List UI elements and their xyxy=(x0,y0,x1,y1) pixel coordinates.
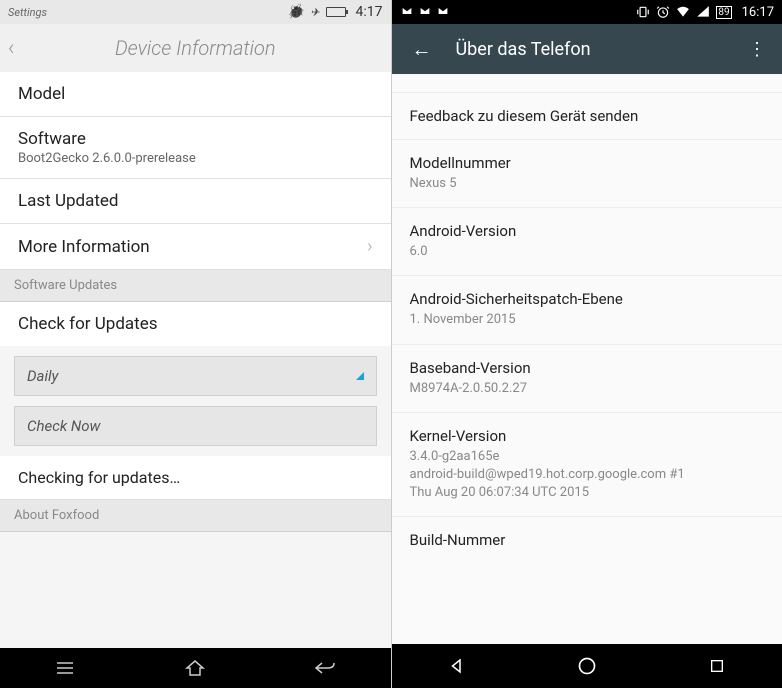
back-button[interactable]: ‹ xyxy=(8,36,36,61)
nav-recent-button[interactable] xyxy=(687,658,747,674)
frequency-value: Daily xyxy=(27,367,58,385)
patch-label: Android-Sicherheitspatch-Ebene xyxy=(410,290,765,308)
android-version-row[interactable]: Android-Version 6.0 xyxy=(392,208,782,276)
status-label: Settings xyxy=(8,6,287,19)
nav-back-button[interactable] xyxy=(260,648,390,688)
battery-percent: 89 xyxy=(716,6,731,19)
nav-menu-button[interactable] xyxy=(0,648,130,688)
back-button[interactable]: ← xyxy=(404,33,440,66)
frequency-select[interactable]: Daily xyxy=(14,356,377,396)
kernel-row[interactable]: Kernel-Version 3.4.0-g2aa165e android-bu… xyxy=(392,413,782,518)
baseband-value: M8974A-2.0.50.2.27 xyxy=(410,380,765,398)
build-row[interactable]: Build-Nummer xyxy=(392,517,782,563)
status-bar-right: 89 16:17 xyxy=(392,0,782,24)
page-title: Device Information xyxy=(36,36,383,60)
security-patch-row[interactable]: Android-Sicherheitspatch-Ebene 1. Novemb… xyxy=(392,276,782,344)
check-updates-row: Check for Updates xyxy=(0,302,391,346)
notification-icons xyxy=(400,5,637,19)
check-now-button[interactable]: Check Now xyxy=(14,406,377,446)
alarm-icon xyxy=(656,5,670,19)
software-row[interactable]: Software Boot2Gecko 2.6.0.0-prerelease xyxy=(0,117,391,179)
kernel-label: Kernel-Version xyxy=(410,427,765,445)
clock: 16:17 xyxy=(742,5,774,20)
nav-home-button[interactable] xyxy=(130,648,260,688)
nav-bar-right xyxy=(392,644,782,688)
header-right: ← Über das Telefon ⋮ xyxy=(392,24,782,74)
model-row[interactable]: Modellnummer Nexus 5 xyxy=(392,140,782,208)
feedback-label: Feedback zu diesem Gerät senden xyxy=(410,107,765,125)
mail-icon xyxy=(418,5,432,19)
header-left: ‹ Device Information xyxy=(0,24,391,72)
settings-list: Model Software Boot2Gecko 2.6.0.0-prerel… xyxy=(0,72,391,648)
checking-status: Checking for updates… xyxy=(0,456,391,500)
model-label: Model xyxy=(18,84,373,104)
build-label: Build-Nummer xyxy=(410,531,765,549)
system-icons: 89 16:17 xyxy=(636,5,774,20)
feedback-row[interactable]: Feedback zu diesem Gerät senden xyxy=(392,93,782,140)
software-value: Boot2Gecko 2.6.0.0-prerelease xyxy=(18,151,373,166)
android-label: Android-Version xyxy=(410,222,765,240)
signal-icon xyxy=(696,5,710,19)
nav-home-button[interactable] xyxy=(557,656,617,676)
software-label: Software xyxy=(18,129,373,149)
clock: 4:17 xyxy=(356,4,383,20)
model-label: Modellnummer xyxy=(410,154,765,172)
about-list: ····················· Feedback zu diesem… xyxy=(392,74,782,644)
left-device: Settings 🐞 ✈ 4:17 ‹ Device Information M… xyxy=(0,0,392,688)
chevron-right-icon: › xyxy=(367,236,372,257)
nav-back-button[interactable] xyxy=(427,657,487,675)
kernel-value: 3.4.0-g2aa165e android-build@wped19.hot.… xyxy=(410,448,765,503)
dropdown-triangle-icon xyxy=(356,372,364,380)
vibrate-icon xyxy=(636,5,650,19)
last-updated-row[interactable]: Last Updated xyxy=(0,179,391,224)
baseband-label: Baseband-Version xyxy=(410,359,765,377)
mail-icon xyxy=(400,5,414,19)
android-value: 6.0 xyxy=(410,243,765,261)
last-updated-label: Last Updated xyxy=(18,191,373,211)
overflow-menu-button[interactable]: ⋮ xyxy=(744,39,770,60)
section-software-updates: Software Updates xyxy=(0,270,391,302)
right-device: 89 16:17 ← Über das Telefon ⋮ ··········… xyxy=(392,0,782,688)
check-now-label: Check Now xyxy=(27,417,100,435)
cutoff-row[interactable]: ····················· xyxy=(392,74,782,93)
patch-value: 1. November 2015 xyxy=(410,311,765,329)
model-row[interactable]: Model xyxy=(0,72,391,117)
baseband-row[interactable]: Baseband-Version M8974A-2.0.50.2.27 xyxy=(392,345,782,413)
bug-icon: 🐞 xyxy=(287,4,304,20)
battery-icon xyxy=(326,7,346,17)
section-about: About Foxfood xyxy=(0,500,391,532)
nav-bar-left xyxy=(0,648,391,688)
mail-icon xyxy=(436,5,450,19)
more-info-label: More Information xyxy=(18,237,367,257)
model-value: Nexus 5 xyxy=(410,175,765,193)
wifi-icon xyxy=(676,5,690,19)
more-info-row[interactable]: More Information › xyxy=(0,224,391,270)
check-updates-label: Check for Updates xyxy=(18,314,373,334)
airplane-icon: ✈ xyxy=(310,6,319,19)
status-icons: 🐞 ✈ 4:17 xyxy=(287,4,383,20)
page-title: Über das Telefon xyxy=(456,39,745,60)
status-bar-left: Settings 🐞 ✈ 4:17 xyxy=(0,0,391,24)
